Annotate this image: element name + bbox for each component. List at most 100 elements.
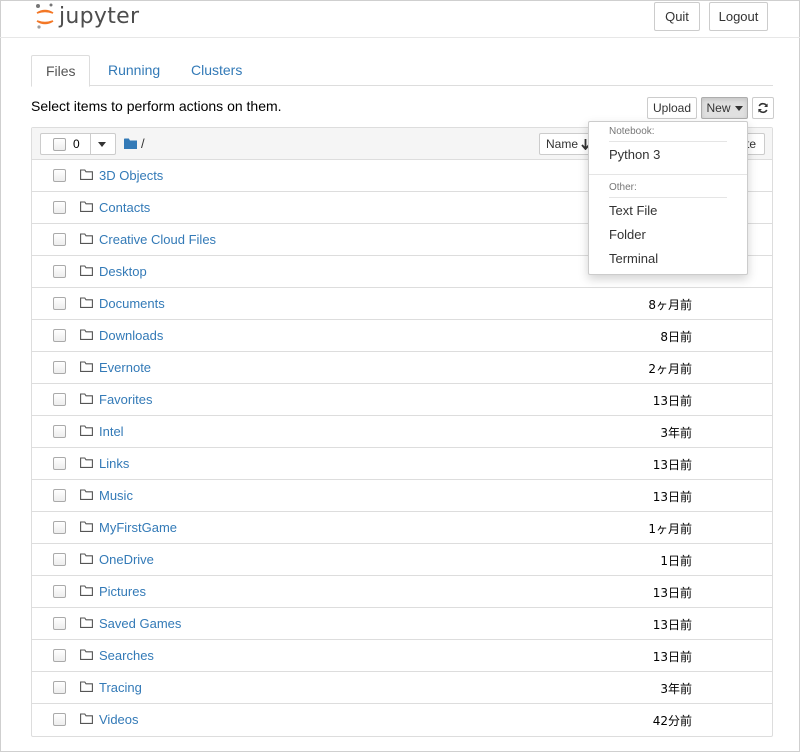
item-modified: 1日前 (660, 554, 692, 568)
folder-icon (80, 617, 93, 628)
tab-clusters[interactable]: Clusters (177, 55, 256, 86)
row-checkbox[interactable] (53, 457, 66, 470)
folder-icon (80, 297, 93, 308)
table-row[interactable]: Links 13日前 (32, 448, 772, 480)
row-checkbox[interactable] (53, 489, 66, 502)
row-checkbox[interactable] (53, 329, 66, 342)
folder-icon (80, 553, 93, 564)
folder-icon (80, 361, 93, 372)
item-name[interactable]: Links (99, 456, 129, 471)
select-all-group: 0 (40, 133, 116, 155)
sort-name-label: Name (545, 137, 578, 151)
item-name[interactable]: Downloads (99, 328, 163, 343)
folder-icon (80, 521, 93, 532)
item-name[interactable]: Evernote (99, 360, 151, 375)
row-checkbox[interactable] (53, 265, 66, 278)
item-name[interactable]: Music (99, 488, 133, 503)
table-row[interactable]: Pictures 13日前 (32, 576, 772, 608)
table-row[interactable]: Tracing 3年前 (32, 672, 772, 704)
table-row[interactable]: Evernote 2ヶ月前 (32, 352, 772, 384)
folder-icon (80, 713, 93, 724)
table-row[interactable]: Videos 42分前 (32, 704, 772, 736)
tab-running[interactable]: Running (94, 55, 174, 86)
folder-icon (80, 681, 93, 692)
table-row[interactable]: OneDrive 1日前 (32, 544, 772, 576)
new-dropdown-menu: Notebook: Python 3 Other: Text File Fold… (588, 121, 748, 275)
menu-item-terminal[interactable]: Terminal (609, 251, 658, 266)
row-checkbox[interactable] (53, 233, 66, 246)
item-modified: 13日前 (652, 650, 692, 664)
item-modified: 2ヶ月前 (648, 362, 692, 376)
row-checkbox[interactable] (53, 425, 66, 438)
item-name[interactable]: Videos (99, 712, 139, 727)
row-checkbox[interactable] (53, 617, 66, 630)
new-button-label: New (706, 101, 731, 115)
item-modified: 8ヶ月前 (648, 298, 692, 312)
item-name[interactable]: 3D Objects (99, 168, 163, 183)
row-checkbox[interactable] (53, 713, 66, 726)
table-row[interactable]: Music 13日前 (32, 480, 772, 512)
folder-icon (80, 393, 93, 404)
table-row[interactable]: Saved Games 13日前 (32, 608, 772, 640)
folder-icon (80, 457, 93, 468)
row-checkbox[interactable] (53, 393, 66, 406)
menu-item-text-file[interactable]: Text File (609, 203, 657, 218)
item-modified: 8日前 (660, 330, 692, 344)
jupyter-logo-icon (36, 3, 54, 29)
table-row[interactable]: Documents 8ヶ月前 (32, 288, 772, 320)
logout-button[interactable]: Logout (709, 2, 768, 31)
table-row[interactable]: Searches 13日前 (32, 640, 772, 672)
item-name[interactable]: MyFirstGame (99, 520, 177, 535)
folder-icon (80, 265, 93, 276)
table-row[interactable]: MyFirstGame 1ヶ月前 (32, 512, 772, 544)
row-checkbox[interactable] (53, 681, 66, 694)
folder-icon (80, 329, 93, 340)
item-name[interactable]: Tracing (99, 680, 142, 695)
item-name[interactable]: Favorites (99, 392, 152, 407)
item-modified: 42分前 (652, 714, 692, 728)
item-modified: 13日前 (652, 618, 692, 632)
menu-item-folder[interactable]: Folder (609, 227, 646, 242)
menu-item-python3[interactable]: Python 3 (609, 147, 660, 162)
item-name[interactable]: Documents (99, 296, 165, 311)
quit-button[interactable]: Quit (654, 2, 700, 31)
item-name[interactable]: Pictures (99, 584, 146, 599)
caret-down-icon[interactable] (98, 142, 106, 147)
row-checkbox[interactable] (53, 361, 66, 374)
row-checkbox[interactable] (53, 521, 66, 534)
row-checkbox[interactable] (53, 649, 66, 662)
item-name[interactable]: Contacts (99, 200, 150, 215)
item-name[interactable]: OneDrive (99, 552, 154, 567)
item-name[interactable]: Creative Cloud Files (99, 232, 216, 247)
folder-icon (80, 425, 93, 436)
jupyter-logo[interactable]: jupyter (34, 2, 139, 30)
folder-icon[interactable] (124, 138, 137, 149)
item-name[interactable]: Searches (99, 648, 154, 663)
table-row[interactable]: Intel 3年前 (32, 416, 772, 448)
new-button[interactable]: New (701, 97, 748, 119)
breadcrumb-root[interactable]: / (141, 136, 145, 151)
item-name[interactable]: Saved Games (99, 616, 181, 631)
table-row[interactable]: Downloads 8日前 (32, 320, 772, 352)
item-modified: 13日前 (652, 458, 692, 472)
row-checkbox[interactable] (53, 297, 66, 310)
table-row[interactable]: Favorites 13日前 (32, 384, 772, 416)
item-name[interactable]: Desktop (99, 264, 147, 279)
upload-button[interactable]: Upload (647, 97, 697, 119)
logo-text: jupyter (59, 3, 140, 29)
item-modified: 13日前 (652, 586, 692, 600)
select-all-checkbox[interactable] (53, 137, 66, 151)
selected-count: 0 (73, 137, 80, 151)
folder-icon (80, 233, 93, 244)
row-checkbox[interactable] (53, 585, 66, 598)
item-name[interactable]: Intel (99, 424, 124, 439)
header-bar: jupyter Quit Logout (0, 0, 800, 38)
item-modified: 3年前 (660, 682, 692, 696)
item-modified: 13日前 (652, 394, 692, 408)
row-checkbox[interactable] (53, 169, 66, 182)
row-checkbox[interactable] (53, 553, 66, 566)
tab-files[interactable]: Files (31, 55, 90, 87)
selection-hint: Select items to perform actions on them. (31, 98, 282, 114)
refresh-button[interactable] (752, 97, 774, 119)
row-checkbox[interactable] (53, 201, 66, 214)
